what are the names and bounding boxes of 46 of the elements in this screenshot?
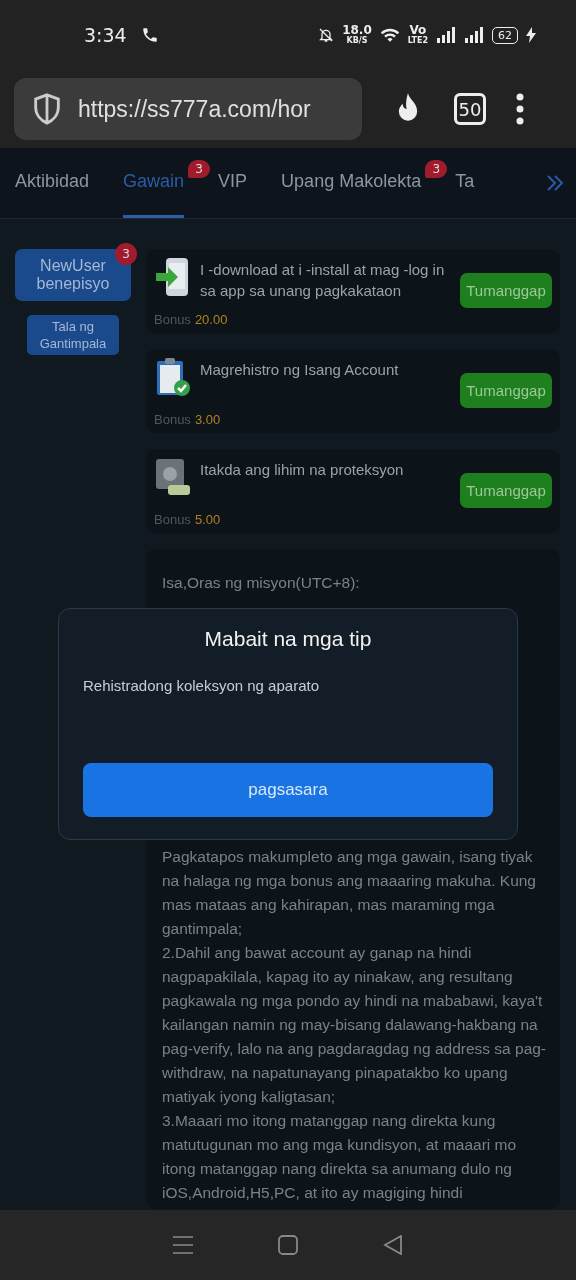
- task-title: Magrehistro ng Isang Account: [200, 360, 400, 380]
- address-bar[interactable]: https://ss777a.com/hor: [14, 78, 362, 140]
- home-icon[interactable]: [278, 1235, 298, 1255]
- close-button[interactable]: pagsasara: [83, 763, 493, 817]
- count-badge: 3: [188, 160, 211, 178]
- bonus-amount: 3.00: [194, 412, 221, 427]
- bonus-label: Bonus: [154, 512, 191, 527]
- dialog-message: Rehistradong koleksyon ng aparato: [83, 677, 319, 694]
- back-icon[interactable]: [383, 1235, 404, 1255]
- phone-icon: [140, 26, 159, 44]
- charging-icon: [526, 27, 536, 43]
- network-speed: 18.0: [342, 25, 372, 36]
- volte-label: Vo: [409, 25, 427, 36]
- bonus-label: Bonus: [154, 412, 191, 427]
- reward-record-button[interactable]: Tala ng Gantimpala: [27, 315, 119, 355]
- speed-unit: KB/S: [346, 36, 368, 45]
- info-heading: Isa,Oras ng misyon(UTC+8):: [162, 573, 361, 593]
- count-badge: 3: [425, 160, 448, 178]
- status-time: 3:34: [84, 24, 127, 46]
- task-title: I -download at i -install at mag -log in sa app sa unang pagkakataon: [200, 260, 446, 301]
- count-badge: 3: [115, 243, 137, 265]
- tab[interactable]: Ta: [455, 148, 475, 218]
- url-text: https://ss777a.com/hor: [78, 95, 311, 123]
- claim-button[interactable]: Tumanggap: [460, 373, 552, 408]
- battery-indicator: 62: [492, 26, 518, 44]
- task-title: Itakda ang lihim na proteksyon: [200, 460, 405, 480]
- bonus-amount: 20.00: [194, 312, 228, 327]
- tab[interactable]: Upang Makolekta: [281, 148, 422, 218]
- tab-count-button[interactable]: 50: [454, 93, 486, 125]
- bell-off-icon: [318, 27, 335, 43]
- tab[interactable]: Aktibidad: [15, 148, 90, 218]
- claim-button[interactable]: Tumanggap: [460, 473, 552, 508]
- tab[interactable]: VIP: [218, 148, 248, 218]
- bonus-label: Bonus: [154, 312, 191, 327]
- volte-sub-label: LTE2: [407, 36, 428, 45]
- bonus-amount: 5.00: [194, 512, 221, 527]
- menu-icon[interactable]: [516, 93, 524, 125]
- signal-icon: [464, 27, 484, 43]
- wifi-icon: [379, 27, 400, 43]
- claim-button[interactable]: Tumanggap: [460, 273, 552, 308]
- double-chevron-icon[interactable]: [546, 175, 564, 191]
- info-text: Pagkatapos makumpleto ang mga gawain, isang tiyak na halaga ng mga bonus ang maaaring makuha. Kung mas mataas ang kahirapan, mas maraming mga gantimpala; 2.Dahil ang bawat account ay ganap na hindi nagpapakilala, kapag ito ay ninakaw, ang resultang pagkawala ng mga pondo ay hindi na mababawi, kaya't kailangan namin ng may-bisang dalawang-hakbang na pag-verify, lalo na ang pagdaragdag ng address sa pag-withdraw, na napatunayang pinapatakbo ko upang matiyak iyong kaligtasan; 3.Maaari mo itong matanggap nang direkta kung matutugunan mo ang mga kundisyon, at maaari mo itong matanggap nang direkta sa anumang dulo ng iOS,Android,H5,PC, at ito ay magiging hindi: [162, 847, 548, 1203]
- signal-icon: [436, 27, 456, 43]
- tab[interactable]: Gawain: [123, 148, 185, 218]
- clipboard-check-icon: [154, 357, 192, 397]
- dialog-title: Mabait na mga tip: [204, 627, 372, 651]
